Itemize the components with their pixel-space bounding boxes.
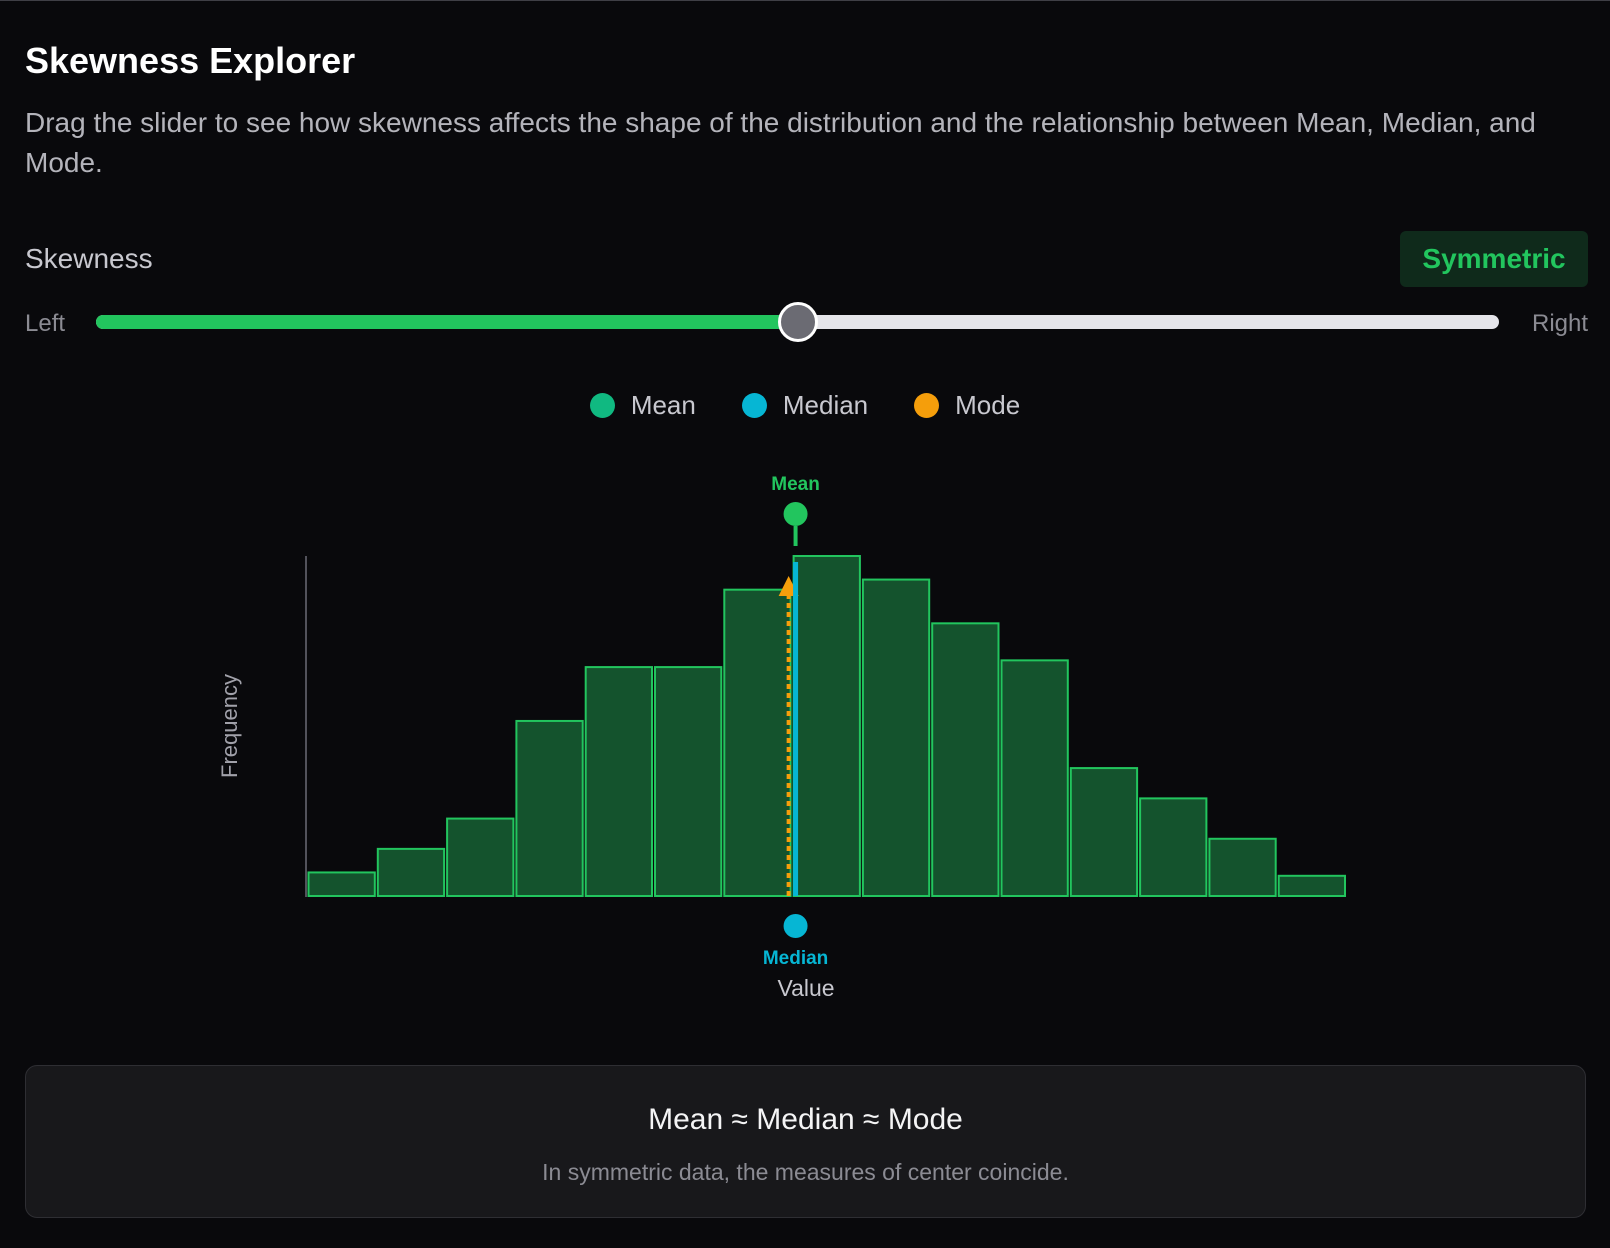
slider-fill bbox=[96, 315, 798, 329]
page-title: Skewness Explorer bbox=[25, 40, 356, 81]
mean-marker-dot bbox=[783, 502, 808, 526]
median-marker-label: Median bbox=[763, 948, 828, 969]
mode-dot-icon bbox=[914, 393, 940, 418]
histogram-bar bbox=[723, 588, 792, 897]
skewness-label: Skewness bbox=[25, 243, 153, 274]
median-dot-icon bbox=[741, 393, 767, 418]
histogram-bar bbox=[1069, 767, 1139, 897]
histogram-bar bbox=[1139, 797, 1208, 898]
histogram-chart: Frequency Mean Median Value bbox=[217, 474, 1346, 1001]
histogram-bar bbox=[792, 555, 861, 897]
skewness-status-badge: Symmetric bbox=[1400, 231, 1588, 287]
histogram-bar bbox=[446, 817, 515, 897]
x-axis-label: Value bbox=[777, 975, 834, 1001]
histogram-bar bbox=[1277, 874, 1346, 897]
page-description: Drag the slider to see how skewness affe… bbox=[25, 107, 1536, 178]
y-axis-label: Frequency bbox=[217, 674, 242, 778]
slider-thumb[interactable] bbox=[777, 302, 818, 342]
legend-label: Mode bbox=[955, 390, 1021, 420]
slider-left-label: Left bbox=[25, 310, 66, 337]
mean-dot-icon bbox=[589, 393, 615, 418]
info-title: Mean ≈ Median ≈ Mode bbox=[648, 1103, 963, 1136]
histogram-bar bbox=[654, 666, 723, 897]
histogram-bar bbox=[584, 666, 654, 897]
legend-label: Median bbox=[782, 390, 869, 420]
histogram-bar bbox=[931, 622, 1000, 898]
histogram-bar bbox=[1000, 659, 1069, 897]
histogram-bar bbox=[515, 719, 584, 897]
top-border bbox=[0, 0, 1610, 1]
legend-item-median: Median bbox=[741, 390, 869, 421]
histogram-bar bbox=[307, 871, 376, 897]
mean-marker-label: Mean bbox=[771, 474, 820, 495]
legend-label: Mean bbox=[630, 390, 696, 420]
info-panel: Mean ≈ Median ≈ Mode In symmetric data, … bbox=[25, 1065, 1586, 1218]
skewness-slider[interactable] bbox=[96, 302, 1499, 342]
histogram-bar bbox=[1208, 837, 1277, 897]
legend: Mean Median Mode bbox=[0, 390, 1610, 421]
slider-right-label: Right bbox=[1532, 310, 1589, 337]
median-marker-dot bbox=[783, 914, 808, 938]
histogram-bar bbox=[861, 578, 931, 897]
legend-item-mode: Mode bbox=[914, 390, 1020, 421]
legend-item-mean: Mean bbox=[589, 390, 696, 421]
histogram-bar bbox=[376, 847, 446, 897]
info-subtitle: In symmetric data, the measures of cente… bbox=[542, 1159, 1069, 1185]
histogram-bars bbox=[307, 555, 1346, 898]
